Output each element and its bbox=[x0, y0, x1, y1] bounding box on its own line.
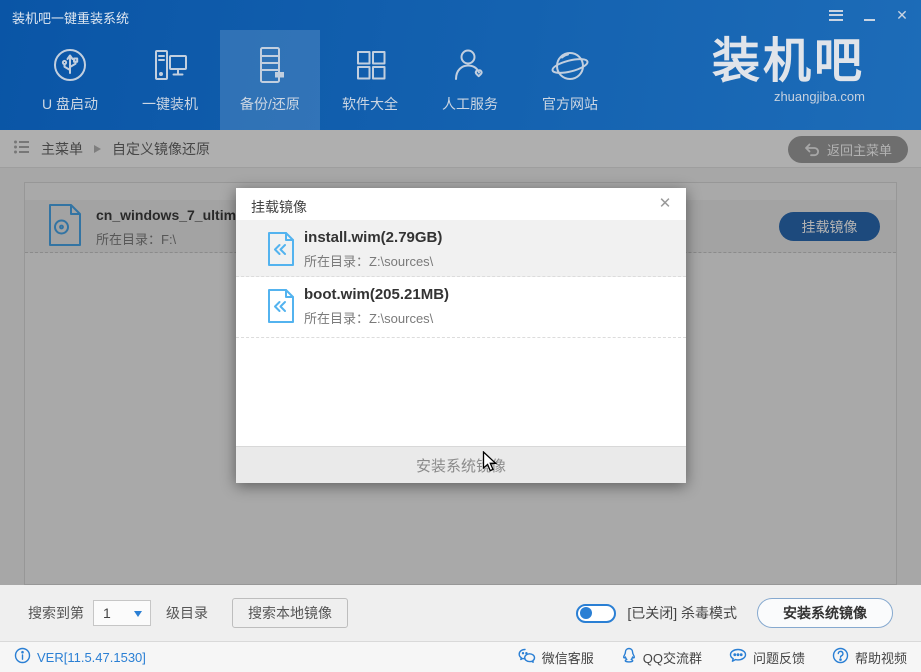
install-system-image-action[interactable]: 安装系统镜像 bbox=[236, 446, 686, 483]
depth-value: 1 bbox=[103, 605, 111, 621]
nav-item-one-key-install[interactable]: 一键装机 bbox=[120, 30, 220, 130]
install-group: [已关闭] 杀毒模式 安装系统镜像 bbox=[576, 585, 893, 641]
wechat-icon bbox=[518, 648, 536, 667]
header: 装机吧一键重装系统 ✕ U 盘启动 一键装机 备份/还原 软件大全 人工服务 官… bbox=[0, 0, 921, 130]
version-label: VER[11.5.47.1530] bbox=[37, 649, 146, 665]
brand-logo: 装机吧 zhuangjiba.com bbox=[711, 35, 865, 104]
grid-icon bbox=[347, 43, 393, 89]
footer-link-label: 微信客服 bbox=[541, 650, 594, 666]
footer-bar: VER[11.5.47.1530] 微信客服 QQ交流群 问题反馈 帮助视频 bbox=[0, 641, 921, 672]
qq-group-link[interactable]: QQ交流群 bbox=[621, 647, 702, 667]
logo-domain: zhuangjiba.com bbox=[773, 88, 865, 104]
wim-list-item[interactable]: boot.wim(205.21MB) 所在目录：Z:\sources\ bbox=[236, 277, 686, 338]
wechat-support-link[interactable]: 微信客服 bbox=[518, 648, 594, 667]
close-icon: ✕ bbox=[896, 7, 908, 23]
help-icon bbox=[832, 647, 849, 667]
antivirus-toggle[interactable] bbox=[576, 603, 617, 623]
search-depth-group: 搜索到第 1 级目录 搜索本地镜像 bbox=[28, 585, 348, 641]
nav-label: 软件大全 bbox=[342, 96, 398, 112]
nav-item-usb-boot[interactable]: U 盘启动 bbox=[20, 30, 120, 130]
feedback-link[interactable]: 问题反馈 bbox=[729, 648, 805, 667]
nav-label: U 盘启动 bbox=[42, 96, 98, 112]
logo-text: 装机吧 bbox=[711, 35, 865, 88]
search-suffix-label: 级目录 bbox=[166, 605, 208, 621]
wim-file-dir: 所在目录：Z:\sources\ bbox=[304, 311, 434, 326]
footer-link-label: 问题反馈 bbox=[752, 650, 805, 666]
dialog-title: 挂载镜像 bbox=[251, 199, 307, 215]
antivirus-status-label: [已关闭] 杀毒模式 bbox=[627, 605, 737, 621]
nav-label: 官方网站 bbox=[542, 96, 598, 112]
person-heart-icon bbox=[447, 43, 493, 89]
nav-label: 一键装机 bbox=[142, 96, 198, 112]
main-nav: U 盘启动 一键装机 备份/还原 软件大全 人工服务 官方网站 bbox=[20, 30, 620, 130]
wim-file-dir: 所在目录：Z:\sources\ bbox=[304, 254, 434, 269]
nav-label: 人工服务 bbox=[442, 96, 498, 112]
globe-icon bbox=[547, 43, 593, 89]
close-button[interactable]: ✕ bbox=[893, 6, 911, 24]
window-controls: ✕ bbox=[827, 5, 911, 25]
install-system-image-button[interactable]: 安装系统镜像 bbox=[757, 598, 893, 628]
depth-select[interactable]: 1 bbox=[93, 600, 151, 626]
wim-file-icon bbox=[267, 288, 295, 329]
feedback-bubble-icon bbox=[729, 648, 747, 667]
qq-icon bbox=[621, 647, 637, 667]
wim-file-icon bbox=[267, 231, 295, 272]
usb-icon bbox=[47, 43, 93, 89]
version-info: VER[11.5.47.1530] bbox=[14, 642, 146, 672]
dialog-close-icon[interactable]: ✕ bbox=[655, 194, 675, 214]
wim-file-name: install.wim(2.79GB) bbox=[304, 229, 443, 246]
server-icon bbox=[247, 43, 293, 89]
hamburger-icon bbox=[829, 9, 843, 21]
wim-list-item[interactable]: install.wim(2.79GB) 所在目录：Z:\sources\ bbox=[236, 220, 686, 277]
chevron-down-icon bbox=[134, 611, 142, 617]
computer-icon bbox=[147, 43, 193, 89]
nav-item-backup-restore[interactable]: 备份/还原 bbox=[220, 30, 320, 130]
window-menu-button[interactable] bbox=[827, 6, 845, 24]
wim-file-name: boot.wim(205.21MB) bbox=[304, 286, 450, 303]
minimize-button[interactable] bbox=[860, 6, 878, 24]
minimize-icon bbox=[863, 18, 875, 21]
mount-image-dialog: 挂载镜像 ✕ install.wim(2.79GB) 所在目录：Z:\sourc… bbox=[236, 188, 686, 483]
help-video-link[interactable]: 帮助视频 bbox=[832, 647, 907, 667]
nav-item-software[interactable]: 软件大全 bbox=[320, 30, 420, 130]
footer-link-label: QQ交流群 bbox=[642, 650, 702, 666]
search-local-images-button[interactable]: 搜索本地镜像 bbox=[232, 598, 348, 628]
bottom-toolbar: 搜索到第 1 级目录 搜索本地镜像 [已关闭] 杀毒模式 安装系统镜像 bbox=[0, 585, 921, 641]
toggle-knob bbox=[580, 607, 593, 619]
info-icon bbox=[14, 647, 31, 667]
app-title: 装机吧一键重装系统 bbox=[12, 11, 130, 26]
mouse-cursor bbox=[482, 450, 498, 478]
app-window: 装机吧一键重装系统 ✕ U 盘启动 一键装机 备份/还原 软件大全 人工服务 官… bbox=[0, 0, 921, 672]
nav-item-support[interactable]: 人工服务 bbox=[420, 30, 520, 130]
footer-link-label: 帮助视频 bbox=[854, 650, 907, 666]
nav-label: 备份/还原 bbox=[240, 96, 300, 112]
search-prefix-label: 搜索到第 bbox=[28, 605, 84, 621]
nav-item-website[interactable]: 官方网站 bbox=[520, 30, 620, 130]
footer-links: 微信客服 QQ交流群 问题反馈 帮助视频 bbox=[518, 642, 907, 672]
